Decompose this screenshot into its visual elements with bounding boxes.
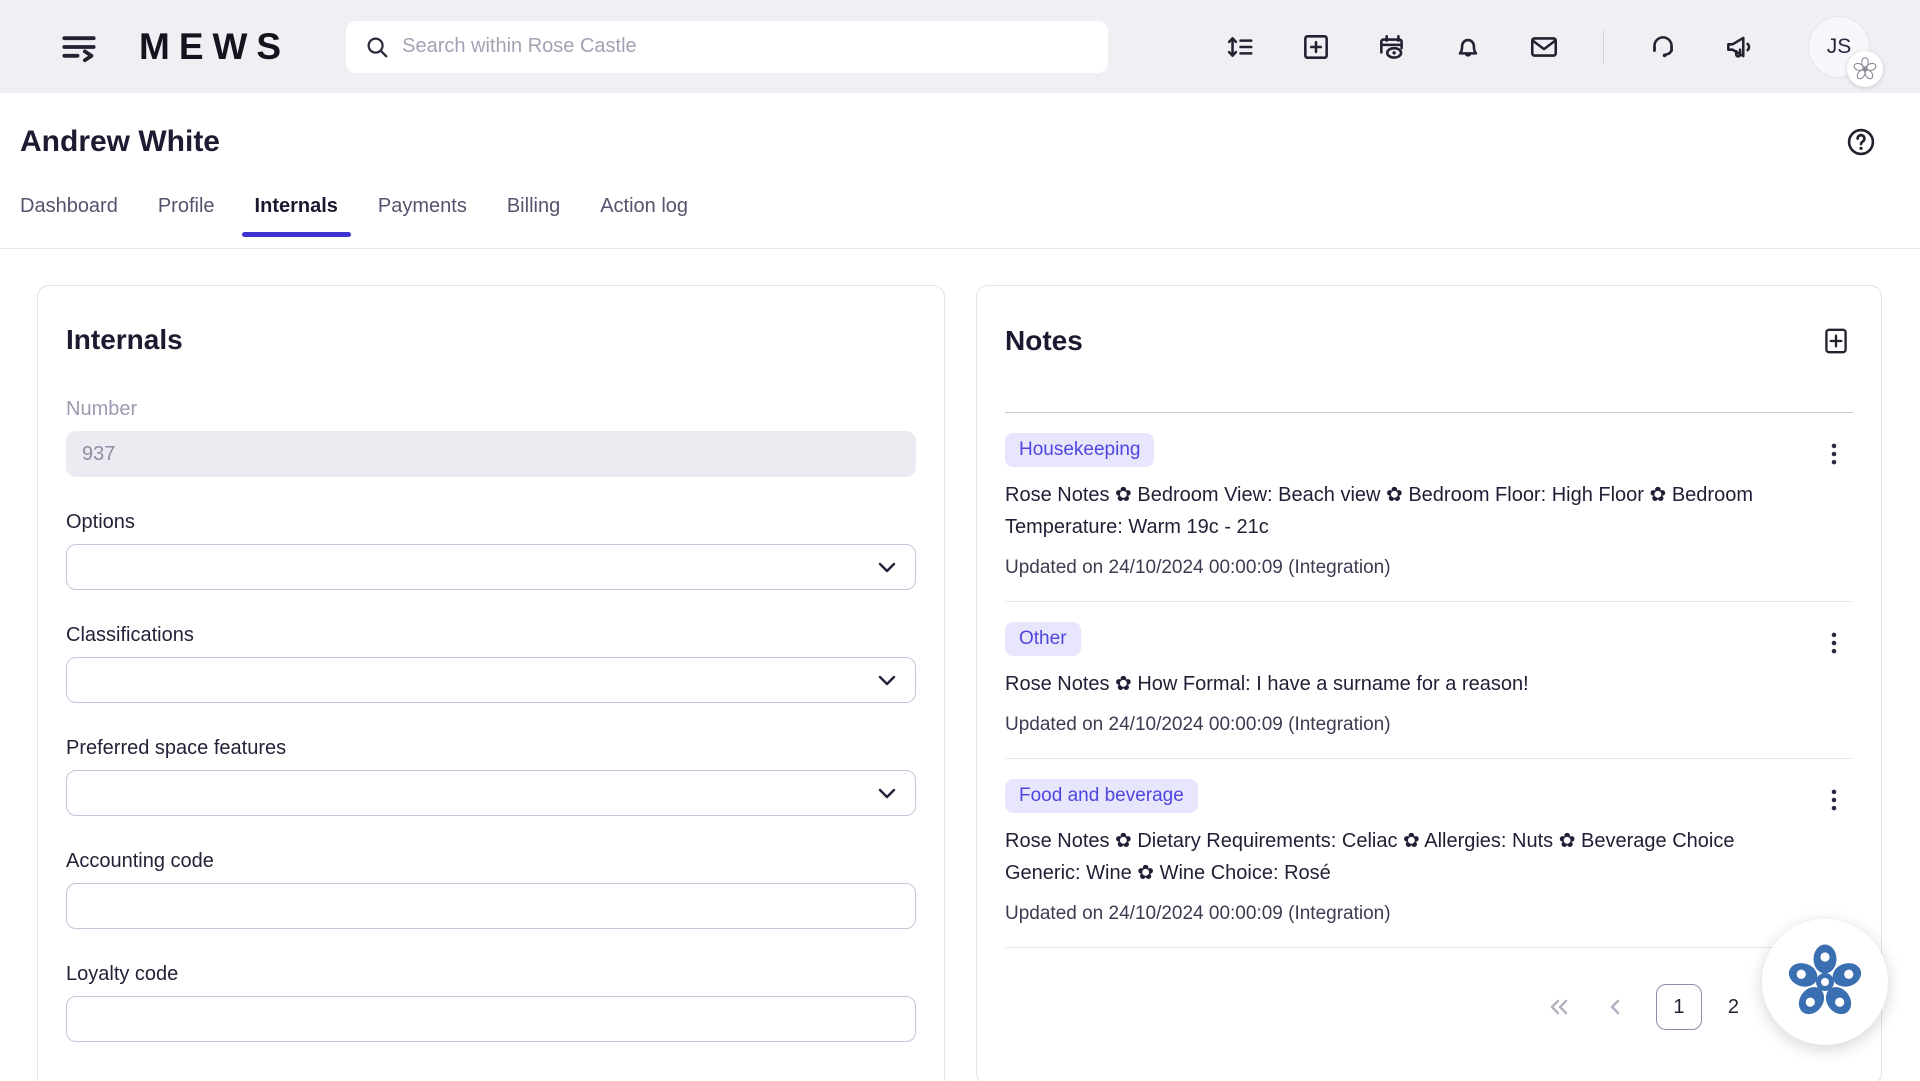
previous-page-icon[interactable] (1600, 992, 1630, 1022)
note-updated: Updated on 24/10/2024 00:00:09 (Integrat… (1005, 714, 1853, 736)
chevron-down-icon (875, 668, 899, 692)
accounting-code-input[interactable] (66, 883, 916, 929)
avatar-flower-badge (1847, 51, 1883, 87)
loyalty-code-label: Loyalty code (66, 963, 916, 986)
menu-icon[interactable] (57, 25, 101, 69)
avatar-initials: JS (1827, 35, 1852, 59)
preferred-space-features-label: Preferred space features (66, 737, 916, 760)
internals-card: Internals Number Options Classifications… (37, 285, 945, 1081)
note-kebab-icon[interactable] (1817, 783, 1851, 817)
chevron-down-icon (875, 781, 899, 805)
assistant-flower-button[interactable] (1762, 919, 1888, 1045)
note-kebab-icon[interactable] (1817, 626, 1851, 660)
note-text: Rose Notes ✿ Bedroom View: Beach view ✿ … (1005, 479, 1785, 543)
topbar-actions: JS (1217, 16, 1870, 78)
tab-bar: Dashboard Profile Internals Payments Bil… (0, 195, 1920, 249)
notes-title: Notes (1005, 325, 1083, 357)
note-text: Rose Notes ✿ Dietary Requirements: Celia… (1005, 825, 1785, 889)
first-page-icon[interactable] (1544, 992, 1574, 1022)
page-2-button[interactable]: 2 (1728, 996, 1739, 1019)
tab-profile[interactable]: Profile (158, 195, 215, 248)
field-number: Number (66, 398, 916, 477)
tab-billing[interactable]: Billing (507, 195, 560, 248)
accounting-code-label: Accounting code (66, 850, 916, 873)
help-icon[interactable] (1844, 125, 1878, 159)
field-options: Options (66, 511, 916, 590)
note-updated: Updated on 24/10/2024 00:00:09 (Integrat… (1005, 557, 1853, 579)
page-header: Andrew White (0, 93, 1920, 159)
field-preferred-space-features: Preferred space features (66, 737, 916, 816)
line-spacing-icon[interactable] (1217, 24, 1263, 70)
tab-payments[interactable]: Payments (378, 195, 467, 248)
options-select[interactable] (66, 544, 916, 590)
topbar-divider (1603, 30, 1604, 64)
field-classifications: Classifications (66, 624, 916, 703)
add-note-icon[interactable] (1819, 324, 1853, 358)
note-item-housekeeping: Housekeeping Rose Notes ✿ Bedroom View: … (1005, 413, 1853, 602)
note-category-badge: Food and beverage (1005, 779, 1198, 813)
global-search[interactable] (346, 21, 1108, 73)
page-title: Andrew White (20, 125, 220, 159)
tab-dashboard[interactable]: Dashboard (20, 195, 118, 248)
bell-icon[interactable] (1445, 24, 1491, 70)
headset-icon[interactable] (1640, 24, 1686, 70)
loyalty-code-input[interactable] (66, 996, 916, 1042)
main-content: Internals Number Options Classifications… (0, 249, 1920, 1081)
note-item-food-and-beverage: Food and beverage Rose Notes ✿ Dietary R… (1005, 759, 1853, 948)
mail-icon[interactable] (1521, 24, 1567, 70)
note-category-badge: Other (1005, 622, 1081, 656)
search-icon (364, 34, 390, 60)
note-category-badge: Housekeeping (1005, 433, 1154, 467)
notes-pagination: 1 2 (1005, 984, 1853, 1030)
create-plus-icon[interactable] (1293, 24, 1339, 70)
chevron-down-icon (875, 555, 899, 579)
tab-internals[interactable]: Internals (255, 195, 338, 248)
top-bar: MEWS (0, 0, 1920, 93)
number-label: Number (66, 398, 916, 421)
mews-logo: MEWS (139, 26, 290, 68)
note-updated: Updated on 24/10/2024 00:00:09 (Integrat… (1005, 903, 1853, 925)
number-input (66, 431, 916, 477)
options-label: Options (66, 511, 916, 534)
avatar[interactable]: JS (1808, 16, 1870, 78)
note-text: Rose Notes ✿ How Formal: I have a surnam… (1005, 668, 1785, 700)
calendar-view-icon[interactable] (1369, 24, 1415, 70)
field-loyalty-code: Loyalty code (66, 963, 916, 1042)
preferred-space-features-select[interactable] (66, 770, 916, 816)
field-accounting-code: Accounting code (66, 850, 916, 929)
classifications-select[interactable] (66, 657, 916, 703)
tab-action-log[interactable]: Action log (600, 195, 688, 248)
notes-card: Notes Housekeeping Rose Notes ✿ Bedroom … (976, 285, 1882, 1081)
megaphone-icon[interactable] (1716, 24, 1762, 70)
page-1-button[interactable]: 1 (1656, 984, 1702, 1030)
flower-icon (1787, 944, 1863, 1020)
internals-title: Internals (66, 324, 916, 356)
search-input[interactable] (402, 35, 1090, 58)
note-kebab-icon[interactable] (1817, 437, 1851, 471)
note-item-other: Other Rose Notes ✿ How Formal: I have a … (1005, 602, 1853, 759)
classifications-label: Classifications (66, 624, 916, 647)
